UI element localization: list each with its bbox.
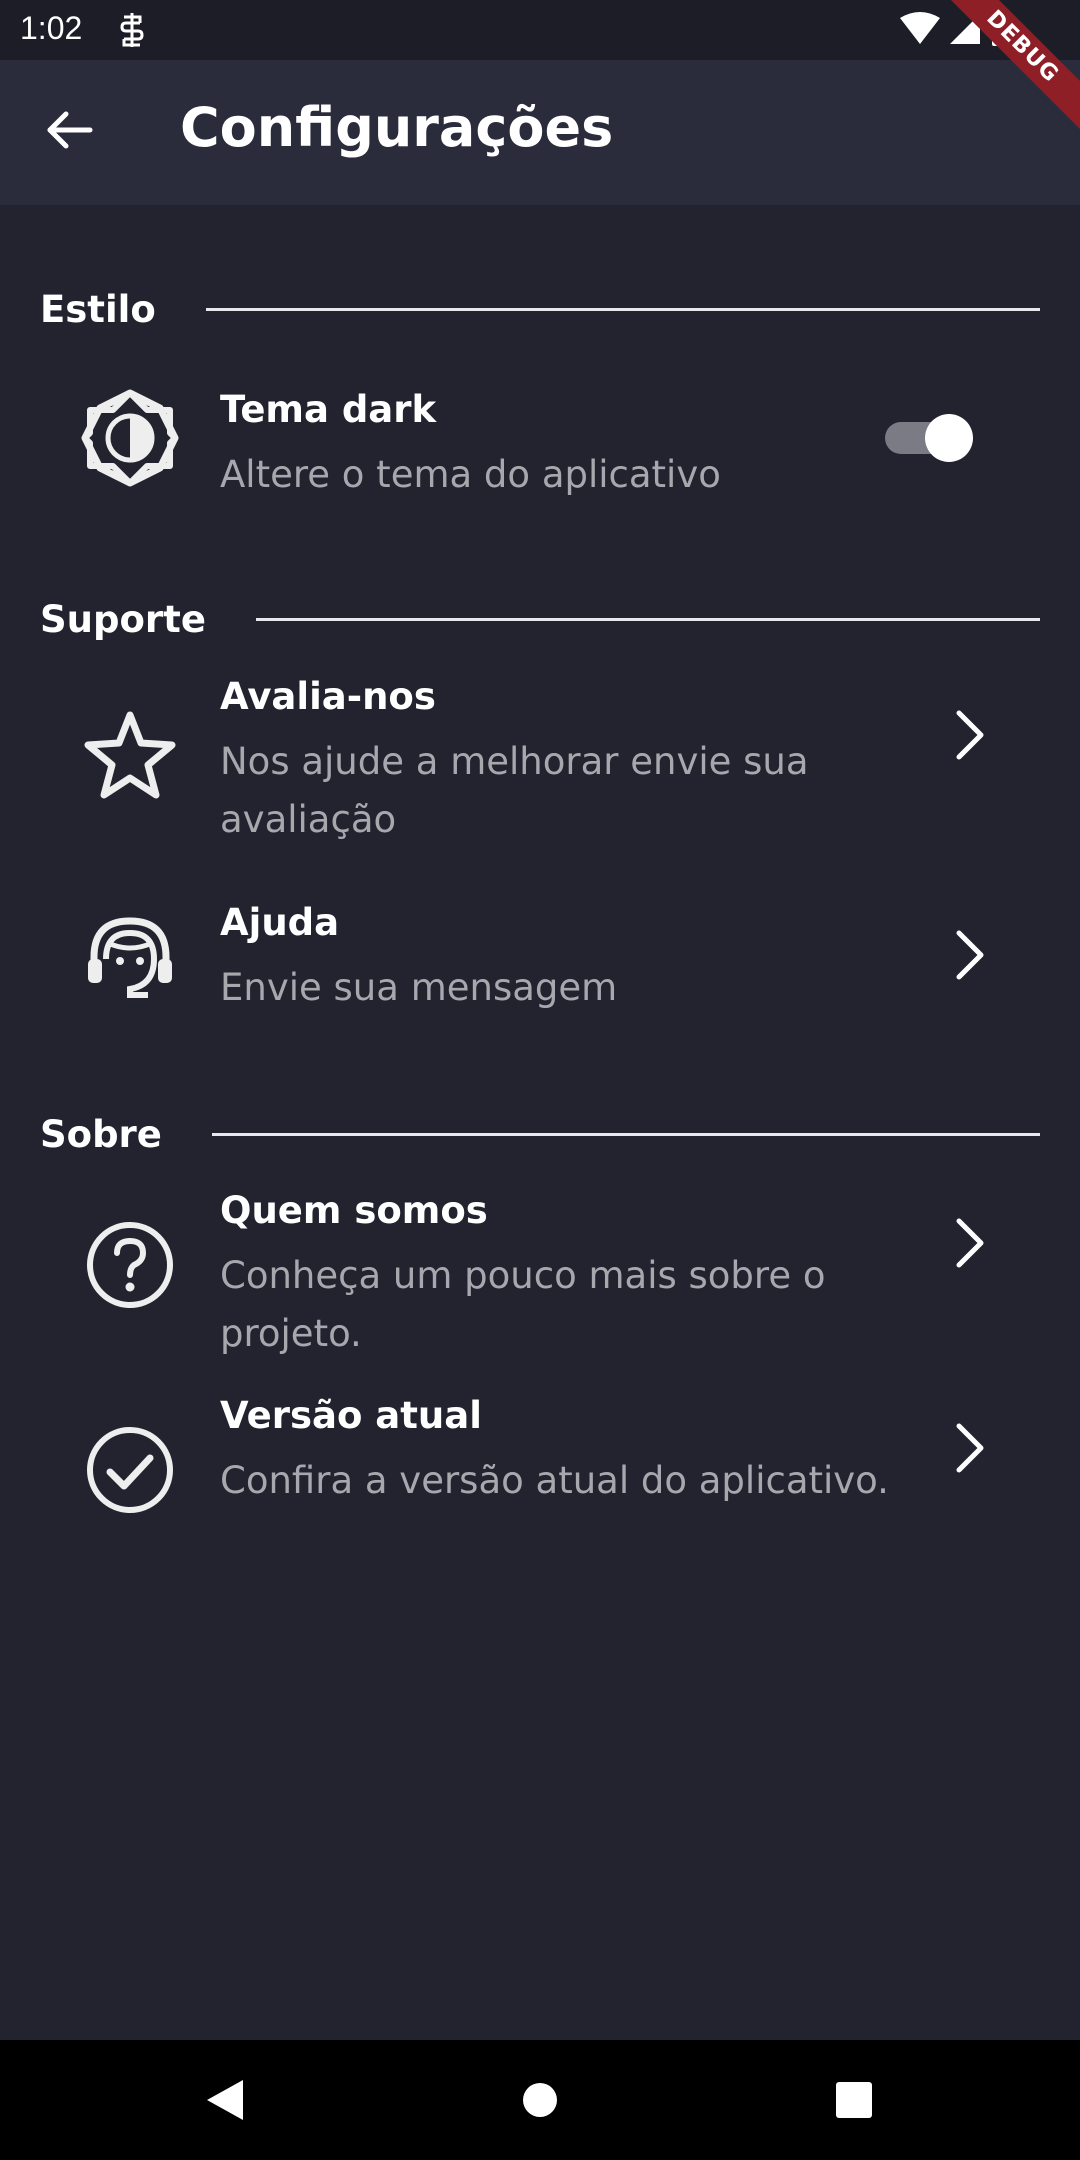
section-divider: [205, 307, 1040, 311]
star-icon: [80, 705, 180, 805]
section-divider: [255, 617, 1040, 621]
page-title: Configurações: [180, 96, 614, 159]
circle-home-icon: [523, 2083, 557, 2117]
debug-banner: DEBUG: [940, 0, 1080, 140]
item-title: Versão atual: [220, 1394, 482, 1437]
about-us-item[interactable]: Quem somos Conheça um pouco mais sobre o…: [0, 1189, 1080, 1359]
system-nav-bar: [0, 2040, 1080, 2160]
brightness-icon: [80, 388, 180, 488]
dark-theme-toggle[interactable]: [880, 413, 980, 463]
section-title: Estilo: [40, 287, 156, 331]
item-subtitle: Confira a versão atual do aplicativo.: [220, 1459, 889, 1502]
theme-setting-item[interactable]: Tema dark Altere o tema do aplicativo: [0, 388, 1080, 498]
section-divider: [211, 1132, 1040, 1136]
section-title: Suporte: [40, 597, 206, 641]
chevron-right-icon: [945, 1213, 995, 1273]
square-recents-icon: [836, 2082, 872, 2118]
section-header-estilo: Estilo: [40, 284, 1040, 334]
nav-recents-button[interactable]: [834, 2078, 874, 2126]
status-bar: 1:02: [0, 0, 1080, 60]
support-agent-icon: [80, 909, 180, 1009]
item-title: Quem somos: [220, 1189, 488, 1232]
nav-home-button[interactable]: [522, 2078, 558, 2126]
section-header-sobre: Sobre: [40, 1109, 1040, 1159]
help-circle-icon: [80, 1215, 180, 1315]
item-title: Tema dark: [220, 388, 437, 431]
wifi-icon: [900, 12, 940, 44]
item-title: Avalia-nos: [220, 675, 436, 718]
check-circle-icon: [80, 1420, 180, 1520]
section-header-suporte: Suporte: [40, 594, 1040, 644]
app-bar: Configurações: [0, 60, 1080, 205]
status-time: 1:02: [20, 10, 83, 46]
notification-icon: [118, 13, 148, 51]
debug-label: DEBUG: [940, 0, 1080, 137]
triangle-back-icon: [207, 2080, 243, 2120]
back-button[interactable]: [40, 100, 100, 160]
arrow-left-icon: [47, 111, 93, 149]
section-title: Sobre: [40, 1112, 162, 1156]
chevron-right-icon: [945, 1418, 995, 1478]
chevron-right-icon: [945, 705, 995, 765]
item-subtitle: Altere o tema do aplicativo: [220, 453, 721, 496]
item-subtitle: Conheça um pouco mais sobre o projeto.: [220, 1254, 826, 1355]
item-title: Ajuda: [220, 901, 340, 944]
current-version-item[interactable]: Versão atual Confira a versão atual do a…: [0, 1394, 1080, 1564]
item-subtitle: Nos ajude a melhorar envie sua avaliação: [220, 740, 809, 841]
rate-us-item[interactable]: Avalia-nos Nos ajude a melhorar envie su…: [0, 675, 1080, 845]
chevron-right-icon: [945, 925, 995, 985]
item-subtitle: Envie sua mensagem: [220, 966, 618, 1009]
help-item[interactable]: Ajuda Envie sua mensagem: [0, 901, 1080, 1011]
nav-back-button[interactable]: [205, 2078, 245, 2126]
